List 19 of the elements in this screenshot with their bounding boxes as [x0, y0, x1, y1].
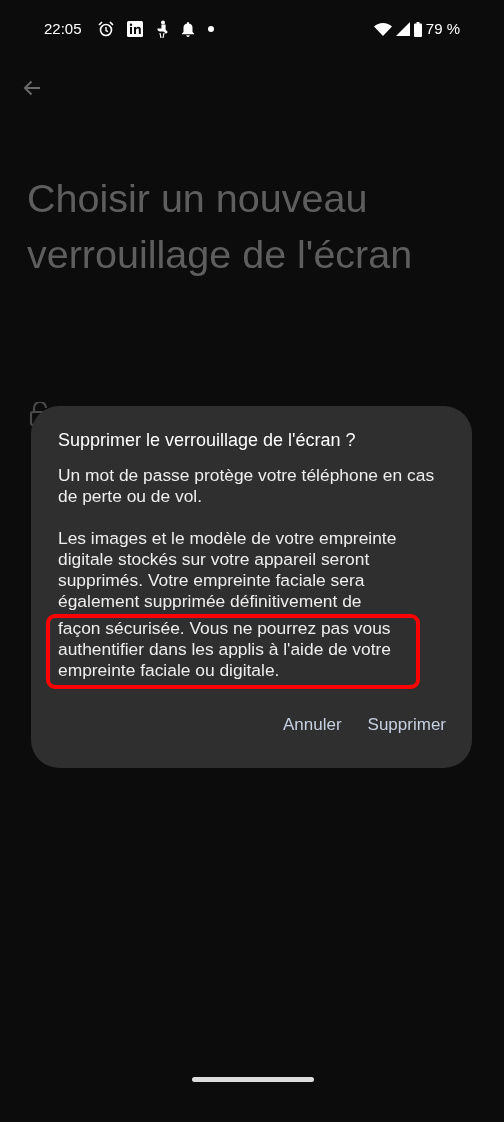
- dialog-message: façon sécurisée. Vous ne pourrez pas vous authentifier dans les applis à l'aide de votre empreinte faciale ou digitale.: [58, 618, 392, 681]
- signal-icon: [395, 22, 410, 36]
- app-icon: [126, 21, 143, 37]
- alarm-icon: [97, 21, 114, 37]
- back-icon: [22, 78, 42, 98]
- home-indicator[interactable]: [192, 1077, 314, 1082]
- page-title: Choisir un nouveau verrouillage de l'écran: [27, 175, 414, 278]
- dialog-message: Un mot de passe protège votre téléphone en cas de perte ou de vol.: [58, 465, 436, 507]
- cancel-button[interactable]: Annuler: [282, 708, 342, 742]
- dialog-title: Supprimer le verrouillage de l'écran ?: [58, 429, 357, 451]
- wifi-icon: [373, 22, 392, 36]
- dialog-message: Les images et le modèle de votre empreinte digitale stockés sur votre appareil seront supprimés. Votre empreinte faciale sera également supprimée définitivement de: [58, 528, 398, 612]
- status-time: 22:05: [44, 18, 82, 39]
- bell-icon: [180, 21, 195, 37]
- battery-percent: 79 %: [425, 18, 460, 39]
- battery-icon: [413, 21, 422, 37]
- delete-button[interactable]: Supprimer: [367, 708, 446, 742]
- figure-icon: [155, 20, 168, 38]
- dot-icon: [207, 26, 214, 32]
